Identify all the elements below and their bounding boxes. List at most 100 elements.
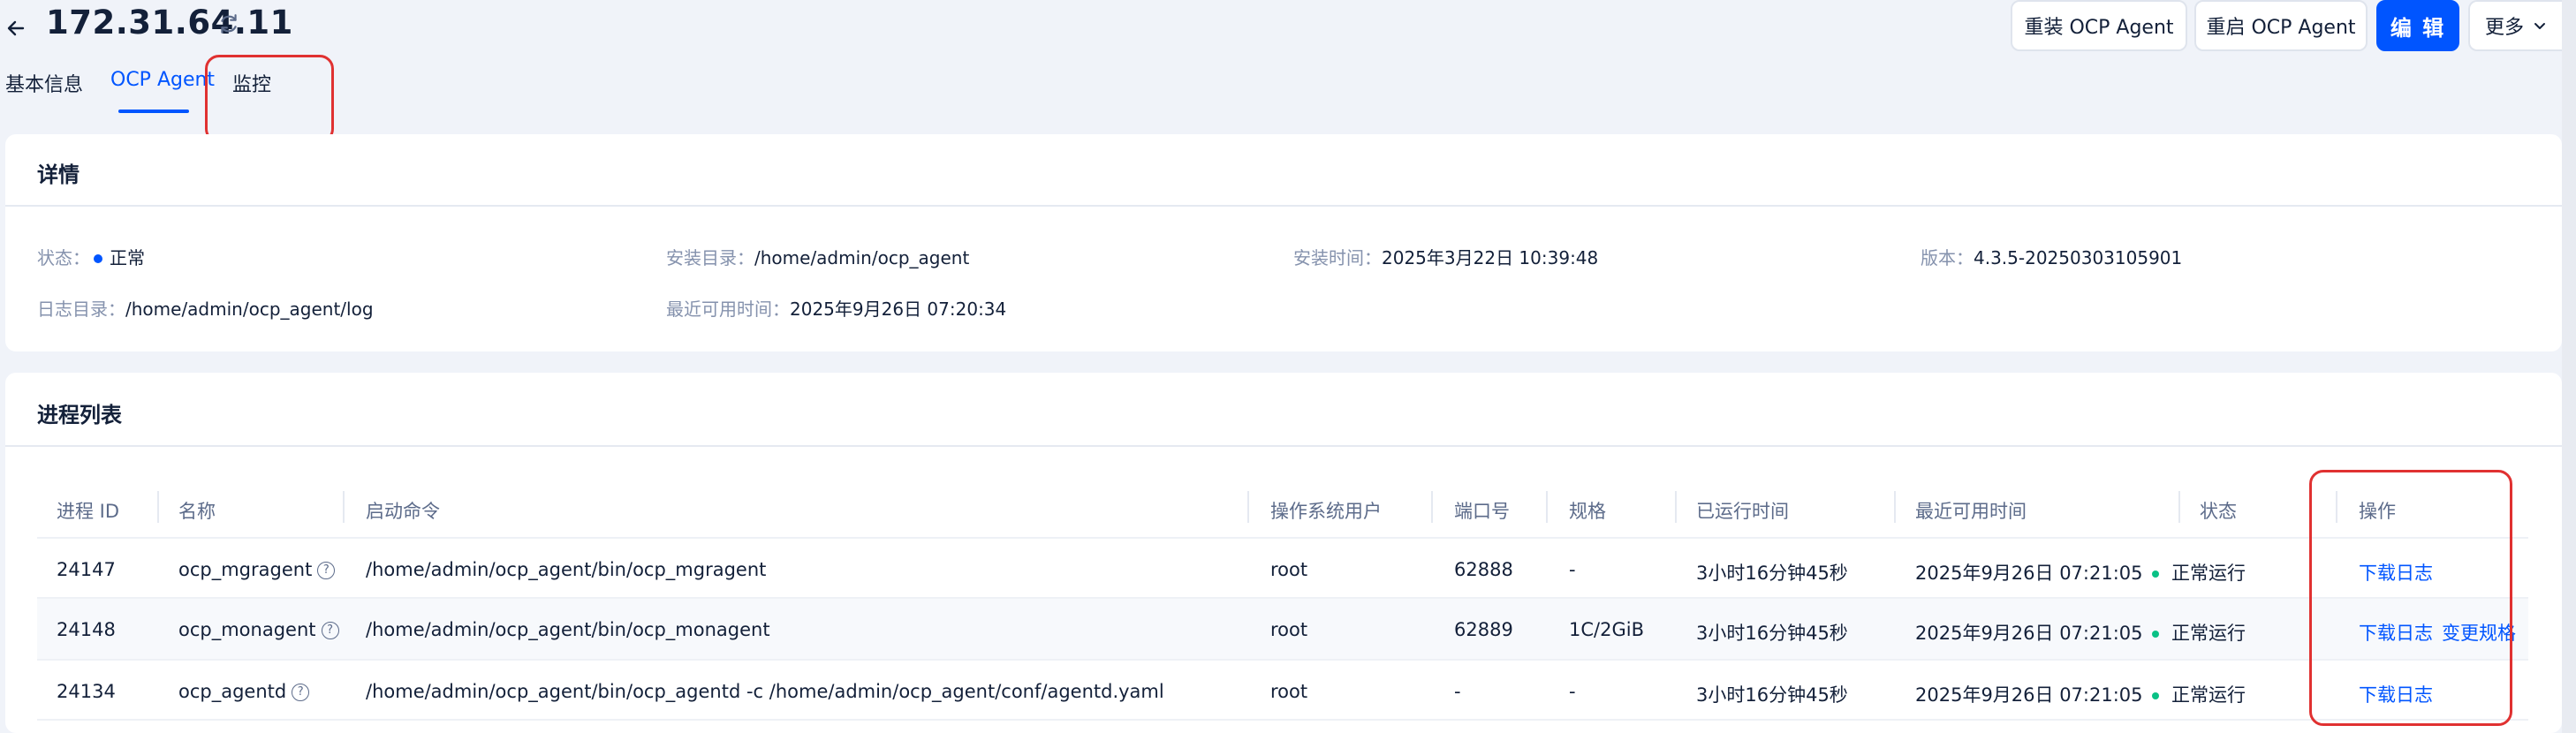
cell-last-available: 2025年9月26日 07:21:05 [1915,684,2143,706]
cell-command: /home/admin/ocp_agent/bin/ocp_monagent [366,619,770,640]
refresh-button[interactable] [217,12,240,35]
column-header-uptime: 已运行时间 [1696,501,1789,522]
last-available-field: 最近可用时间：2025年9月26日 07:20:34 [666,295,1006,321]
status-field: 状态： 正常 [37,244,145,269]
process-list-card [5,373,2562,733]
column-header-port: 端口号 [1454,501,1510,522]
details-title: 详情 [37,162,80,187]
more-label: 更多 [2484,17,2524,39]
process-list-divider [5,445,2562,447]
cell-uptime: 3小时16分钟45秒 [1696,623,1848,644]
process-list-title: 进程列表 [37,403,122,427]
column-separator [343,491,345,523]
tab-basic-info[interactable]: 基本信息 [5,69,83,97]
row-divider [37,659,2528,661]
cell-status: 正常运行 [2152,559,2246,586]
process-name: ocp_mgragent [178,559,313,580]
cell-pid: 24147 [57,559,116,580]
question-circle-icon[interactable]: ? [321,622,339,639]
column-separator [1546,491,1548,523]
column-separator [157,491,159,523]
column-separator [1675,491,1677,523]
cell-command: /home/admin/ocp_agent/bin/ocp_agentd -c … [366,681,1164,702]
cell-spec: - [1569,559,1576,580]
reinstall-agent-label: 重装 OCP Agent [2024,17,2174,39]
process-name: ocp_monagent [178,619,316,640]
last-available-label: 最近可用时间： [666,298,790,320]
details-divider [5,205,2562,207]
cell-pid: 24148 [57,619,116,640]
highlight-box-monitoring [205,55,334,143]
row-divider [37,537,2528,539]
cell-name: ocp_mgragent? [178,559,336,580]
column-separator [1247,491,1249,523]
status-label: 状态： [37,247,90,268]
column-header-spec: 规格 [1569,501,1606,522]
column-header-status: 状态 [2200,501,2237,522]
install-dir-label: 安装目录： [666,247,754,268]
tab-ocp-agent[interactable]: OCP Agent [110,69,215,91]
install-time-label: 安装时间： [1293,247,1382,268]
cell-status: 正常运行 [2152,619,2246,646]
reinstall-agent-button[interactable]: 重装 OCP Agent [2011,0,2187,51]
more-button[interactable]: 更多 [2468,0,2562,51]
details-card [5,134,2562,351]
restart-agent-button[interactable]: 重启 OCP Agent [2194,0,2368,51]
refresh-icon [221,14,237,34]
column-header-pid: 进程 ID [57,501,120,522]
install-time-field: 安装时间：2025年3月22日 10:39:48 [1293,244,1598,269]
install-dir-value: /home/admin/ocp_agent [754,247,970,268]
column-header-name: 名称 [178,501,216,522]
cell-name: ocp_monagent? [178,619,339,640]
arrow-left-icon [7,20,25,36]
cell-os-user: root [1270,559,1308,580]
cell-os-user: root [1270,681,1308,702]
edit-button[interactable]: 编 辑 [2376,0,2459,51]
install-time-value: 2025年3月22日 10:39:48 [1382,247,1599,268]
status-dot [2152,631,2159,638]
question-circle-icon[interactable]: ? [317,562,336,579]
install-dir-field: 安装目录：/home/admin/ocp_agent [666,244,969,269]
log-dir-field: 日志目录：/home/admin/ocp_agent/log [37,295,374,321]
log-dir-label: 日志目录： [37,298,125,320]
log-dir-value: /home/admin/ocp_agent/log [125,298,374,320]
cell-spec: 1C/2GiB [1569,619,1644,640]
status-dot [2152,692,2159,699]
cell-pid: 24134 [57,681,116,702]
status-dot [94,253,102,263]
chevron-down-icon [2534,23,2545,29]
column-separator [2178,491,2180,523]
process-name: ocp_agentd [178,681,287,702]
last-available-value: 2025年9月26日 07:20:34 [790,298,1007,320]
column-header-os-user: 操作系统用户 [1270,501,1382,522]
column-header-last-available: 最近可用时间 [1915,501,2027,522]
cell-port: 62888 [1454,559,1513,580]
status-value: 正常 [110,247,145,268]
question-circle-icon[interactable]: ? [292,684,310,701]
cell-last-available: 2025年9月26日 07:21:05 [1915,563,2143,584]
cell-port: 62889 [1454,619,1513,640]
status-text: 正常运行 [2171,563,2246,584]
version-field: 版本：4.3.5-20250303105901 [1921,244,2182,269]
edit-label: 编 辑 [2390,15,2446,41]
status-dot [2152,571,2159,578]
page-title: 172.31.64.11 [46,4,293,42]
cell-uptime: 3小时16分钟45秒 [1696,684,1848,706]
column-separator [1894,491,1896,523]
status-text: 正常运行 [2171,684,2246,706]
back-button[interactable] [0,7,32,49]
cell-status: 正常运行 [2152,681,2246,707]
cell-spec: - [1569,681,1576,702]
cell-uptime: 3小时16分钟45秒 [1696,563,1848,584]
row-divider [37,719,2528,721]
version-value: 4.3.5-20250303105901 [1974,247,2183,268]
cell-port: - [1454,681,1461,702]
column-header-command: 启动命令 [366,501,440,522]
vertical-scrollbar[interactable] [2562,0,2576,733]
column-separator [1431,491,1433,523]
cell-command: /home/admin/ocp_agent/bin/ocp_mgragent [366,559,767,580]
highlight-box-actions [2309,470,2512,726]
cell-os-user: root [1270,619,1308,640]
version-label: 版本： [1921,247,1974,268]
active-tab-indicator [118,110,189,113]
